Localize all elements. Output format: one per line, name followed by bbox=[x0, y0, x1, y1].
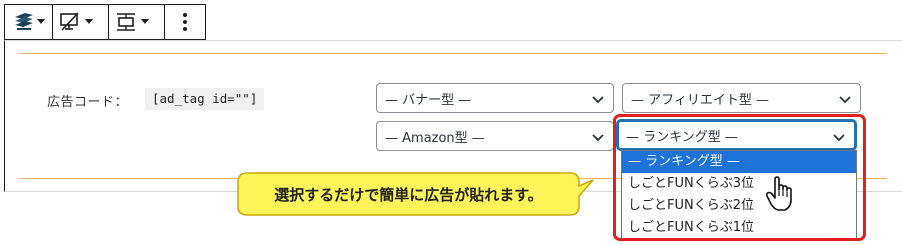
dropdown-option[interactable]: しごとFUNくらぶ3位 bbox=[622, 173, 856, 195]
banner-select-value: — バナー型 — bbox=[385, 92, 472, 108]
chevron-down-icon bbox=[833, 131, 845, 146]
callout-text: 選択するだけで簡単に広告が貼れます。 bbox=[274, 185, 543, 204]
banner-select[interactable]: — バナー型 — bbox=[376, 83, 614, 113]
device-visibility-icon bbox=[59, 12, 81, 32]
affiliate-select[interactable]: — アフィリエイト型 — bbox=[622, 83, 861, 113]
block-type-icon bbox=[12, 11, 36, 33]
dropdown-option[interactable]: しごとFUNくらぶ2位 bbox=[622, 195, 856, 217]
block-type-button[interactable] bbox=[5, 5, 53, 39]
chevron-down-icon bbox=[141, 19, 149, 25]
chevron-down-icon bbox=[592, 131, 604, 146]
dropdown-option[interactable]: しごとFUNくらぶ1位 bbox=[622, 217, 856, 239]
dropdown-option[interactable]: — ランキング型 — bbox=[622, 151, 856, 173]
more-options-icon bbox=[182, 12, 188, 32]
amazon-select[interactable]: — Amazon型 — bbox=[376, 121, 614, 151]
chevron-down-icon bbox=[37, 19, 45, 25]
ad-code-label: 広告コード： bbox=[47, 95, 129, 110]
vertical-spacing-icon bbox=[115, 11, 137, 33]
divider-top bbox=[19, 53, 887, 54]
vertical-spacing-button[interactable] bbox=[109, 5, 165, 39]
affiliate-select-value: — アフィリエイト型 — bbox=[631, 92, 770, 108]
chevron-down-icon bbox=[85, 19, 93, 25]
chevron-down-icon bbox=[839, 93, 851, 108]
amazon-select-value: — Amazon型 — bbox=[385, 130, 485, 146]
callout-balloon: 選択するだけで簡単に広告が貼れます。 bbox=[237, 172, 594, 216]
ranking-select-value: — ランキング型 — bbox=[626, 129, 738, 145]
chevron-down-icon bbox=[592, 93, 604, 108]
block-toolbar bbox=[4, 4, 206, 40]
device-visibility-button[interactable] bbox=[53, 5, 109, 39]
ranking-dropdown-list: — ランキング型 — しごとFUNくらぶ3位 しごとFUNくらぶ2位 しごとFU… bbox=[621, 150, 857, 240]
ad-code-value: [ad_tag id=""] bbox=[145, 88, 265, 110]
hand-pointer-icon bbox=[765, 176, 796, 216]
more-options-button[interactable] bbox=[165, 5, 205, 39]
ranking-select[interactable]: — ランキング型 — bbox=[617, 120, 856, 150]
